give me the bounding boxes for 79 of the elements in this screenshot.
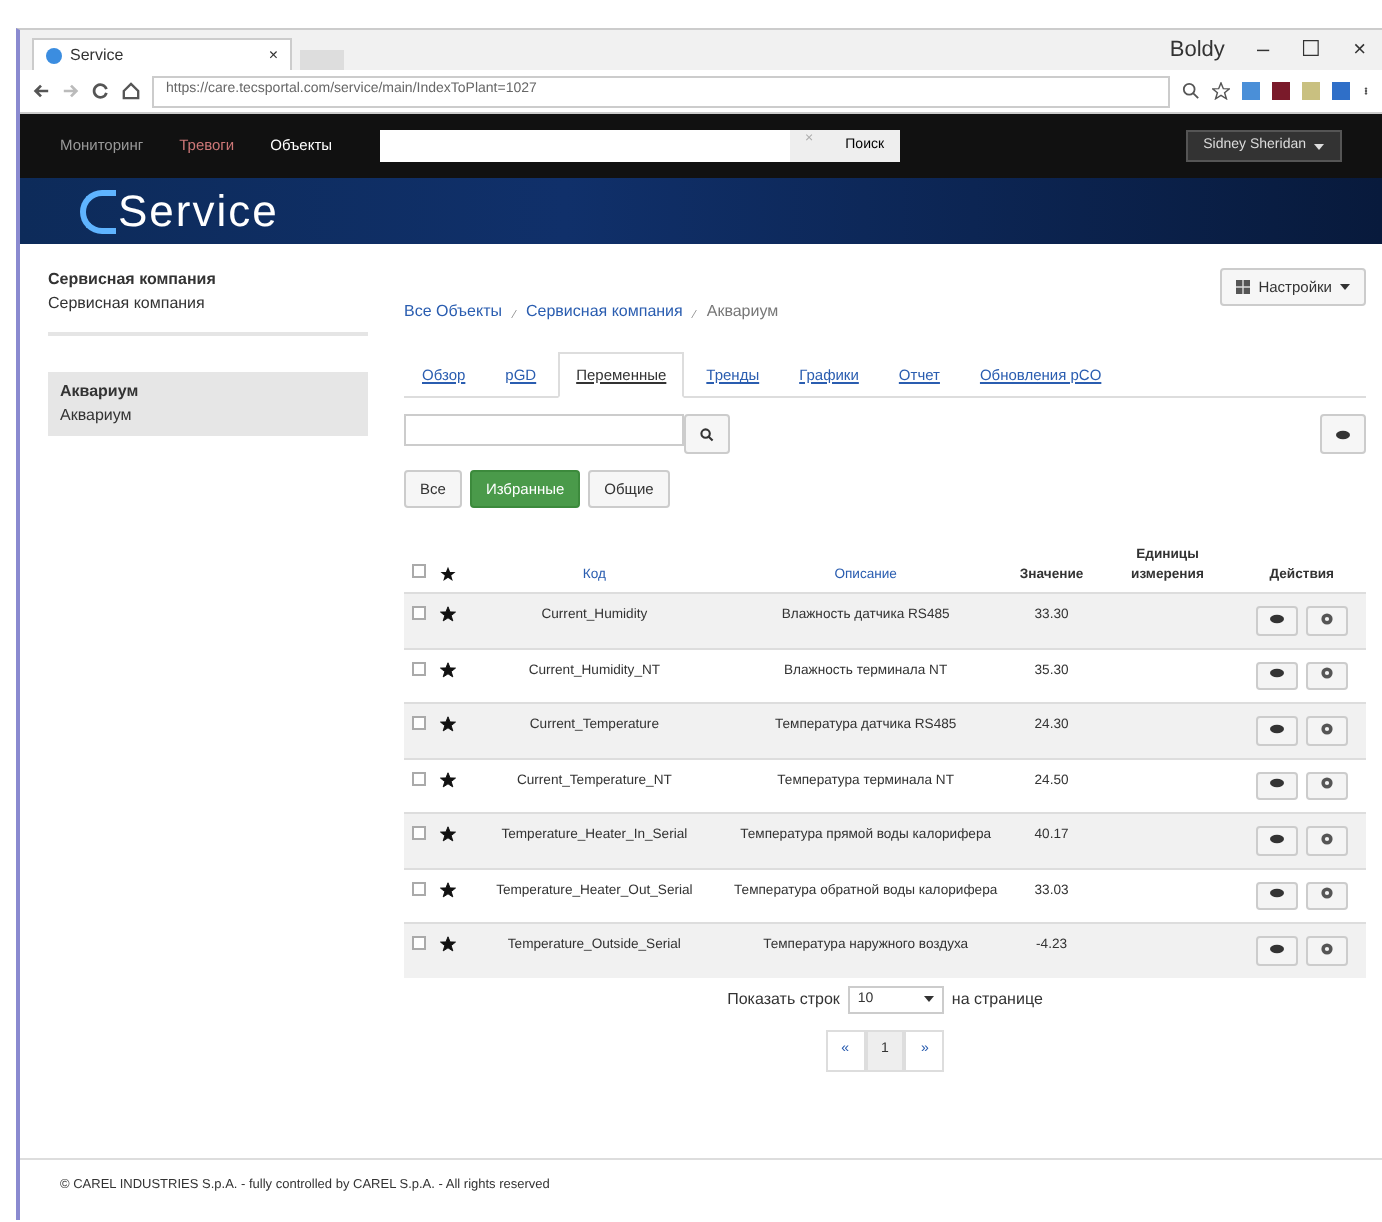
star-icon <box>439 566 456 583</box>
settings-button[interactable] <box>1305 881 1348 911</box>
close-icon[interactable]: × <box>268 43 278 67</box>
select-all-checkbox[interactable] <box>411 563 426 578</box>
menu-icon[interactable] <box>1362 82 1370 100</box>
logo-text: Service <box>118 184 279 240</box>
view-button[interactable] <box>1255 606 1298 636</box>
gear-icon <box>1319 831 1334 846</box>
row-checkbox[interactable] <box>411 606 426 621</box>
view-button[interactable] <box>1320 414 1366 453</box>
caret-icon <box>923 994 934 1005</box>
gear-icon <box>1319 886 1334 901</box>
favorite-star-icon[interactable] <box>439 661 456 678</box>
view-button[interactable] <box>1255 826 1298 856</box>
grid-icon <box>1236 280 1251 295</box>
eye-icon <box>1269 611 1284 626</box>
logo-icon <box>80 189 116 233</box>
row-checkbox[interactable] <box>411 716 426 731</box>
sidebar-item[interactable]: Аквариум Аквариум <box>48 372 368 436</box>
reload-icon[interactable] <box>92 82 110 100</box>
gear-icon <box>1319 666 1334 681</box>
settings-button[interactable] <box>1305 606 1348 636</box>
separator-icon <box>510 306 518 322</box>
search-icon <box>700 427 714 442</box>
browser-tab[interactable]: Service <box>70 43 261 67</box>
settings-button[interactable] <box>1305 771 1348 801</box>
caret-icon <box>1314 141 1324 151</box>
filter-field[interactable] <box>404 414 684 447</box>
home-icon[interactable] <box>122 82 140 100</box>
eye-icon <box>1336 427 1350 442</box>
zoom-icon[interactable] <box>1182 82 1200 100</box>
view-button[interactable] <box>1255 716 1298 746</box>
view-button[interactable] <box>1255 936 1298 966</box>
row-checkbox[interactable] <box>411 881 426 896</box>
page-size-label: Показать строк <box>727 987 840 1012</box>
globe-icon <box>46 47 62 63</box>
company-subtitle: Сервисная компания <box>48 292 207 316</box>
maximize-button[interactable]: ☐ <box>1285 33 1338 67</box>
close-button[interactable]: × <box>1337 33 1382 67</box>
favorite-star-icon[interactable] <box>439 826 456 843</box>
eye-icon <box>1269 721 1284 736</box>
gear-icon <box>1319 776 1334 791</box>
eye-icon <box>1269 666 1284 681</box>
company-name: Сервисная компания <box>48 268 218 292</box>
breadcrumb-link[interactable]: Сервисная компания <box>526 300 683 324</box>
settings-button[interactable] <box>1305 661 1348 691</box>
eye-icon <box>1269 776 1284 791</box>
minimize-button[interactable]: – <box>1240 33 1286 67</box>
row-checkbox[interactable] <box>411 826 426 841</box>
search-button[interactable] <box>684 414 730 453</box>
favorite-star-icon[interactable] <box>439 716 456 733</box>
profile-name[interactable]: Boldy <box>1153 33 1241 67</box>
search-field[interactable] <box>380 130 790 162</box>
view-button[interactable] <box>1255 881 1298 911</box>
favorite-star-icon[interactable] <box>439 771 456 788</box>
page-size-label: на странице <box>951 987 1043 1012</box>
row-checkbox[interactable] <box>411 936 426 951</box>
favorite-star-icon[interactable] <box>439 881 456 898</box>
separator-icon <box>690 306 699 322</box>
view-button[interactable] <box>1255 771 1298 801</box>
view-button[interactable] <box>1255 661 1298 691</box>
eye-icon <box>1269 886 1284 901</box>
gear-icon <box>1319 721 1334 736</box>
row-checkbox[interactable] <box>411 661 426 676</box>
caret-icon <box>1340 282 1350 293</box>
eye-icon <box>1269 831 1284 846</box>
breadcrumb-link[interactable]: Аквариум <box>706 300 779 324</box>
settings-button[interactable] <box>1305 716 1348 746</box>
settings-button[interactable] <box>1305 826 1348 856</box>
favorite-star-icon[interactable] <box>439 606 456 623</box>
row-checkbox[interactable] <box>411 771 426 786</box>
back-icon[interactable] <box>32 82 50 100</box>
favorite-star-icon[interactable] <box>439 936 456 953</box>
settings-button[interactable] <box>1305 936 1348 966</box>
breadcrumb-link[interactable]: Все Объекты <box>404 300 502 324</box>
gear-icon <box>1319 611 1334 626</box>
eye-icon <box>1269 941 1284 956</box>
gear-icon <box>1319 941 1334 956</box>
star-icon[interactable] <box>1212 82 1230 100</box>
